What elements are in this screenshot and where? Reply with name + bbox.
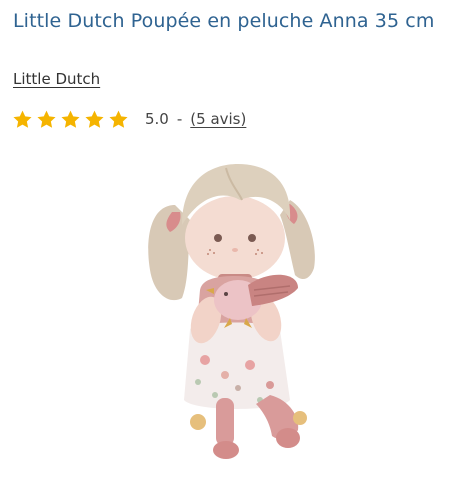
star-rating	[12, 109, 129, 130]
doll-foot-right	[276, 428, 300, 448]
doll-face	[185, 196, 285, 280]
star-icon	[109, 110, 128, 128]
star-icon	[61, 110, 80, 128]
rating-value: 5.0	[145, 110, 169, 128]
star-icon	[85, 110, 104, 128]
product-title: Little Dutch Poupée en peluche Anna 35 c…	[13, 10, 435, 32]
doll-leg-left	[216, 398, 234, 446]
rating-separator: -	[176, 110, 183, 128]
reviews-link[interactable]: (5 avis)	[190, 110, 246, 128]
product-image[interactable]	[130, 160, 340, 465]
star-icon	[13, 110, 32, 128]
doll-eye-left	[214, 234, 222, 242]
brand-link[interactable]: Little Dutch	[13, 70, 100, 88]
star-icon	[37, 110, 56, 128]
doll-eye-right	[248, 234, 256, 242]
doll-foot-left	[213, 441, 239, 459]
rating-row: 5.0 - (5 avis)	[12, 108, 246, 130]
